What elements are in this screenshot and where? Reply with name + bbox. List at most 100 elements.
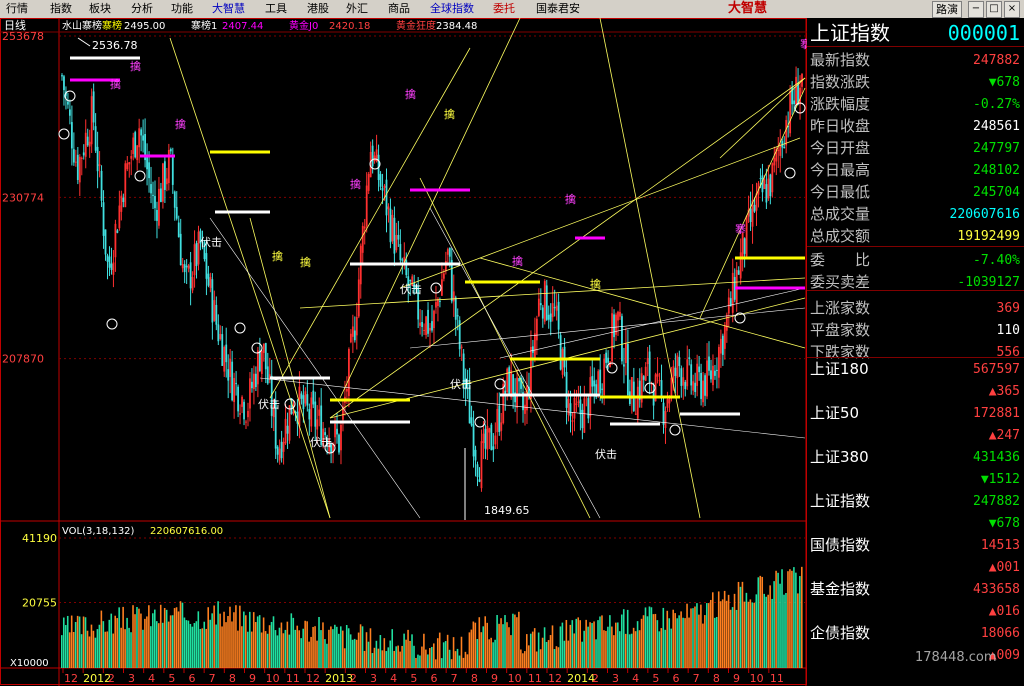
volume-bar [662, 607, 665, 668]
candle-body [393, 217, 396, 254]
maximize-button[interactable]: □ [986, 1, 1002, 18]
volume-bar [239, 605, 241, 668]
menu-item-3[interactable]: 分析 [131, 2, 153, 16]
sub-index-label[interactable]: 国债指数 [810, 536, 870, 554]
quote-value: 110 [996, 323, 1020, 338]
menu-item-0[interactable]: 行情 [6, 2, 28, 16]
volume-bar [278, 627, 281, 668]
sub-index-label[interactable]: 基金指数 [810, 580, 870, 598]
volume-bar [100, 610, 103, 668]
volume-bar [179, 601, 182, 668]
volume-bar [276, 635, 279, 668]
sub-index-label[interactable]: 上证50 [810, 404, 859, 422]
candle-body [367, 174, 370, 191]
menu-item-6[interactable]: 工具 [265, 2, 287, 16]
menu-item-10[interactable]: 全球指数 [430, 2, 474, 16]
candle-body [61, 75, 63, 77]
candle-body [670, 377, 673, 398]
quote-row: 昨日收盘 248561 [807, 115, 1024, 137]
menu-item-4[interactable]: 功能 [171, 2, 193, 16]
candle-body [666, 399, 669, 408]
volume-bar [312, 626, 314, 668]
volume-bar [751, 602, 754, 668]
volume-bar [223, 611, 225, 668]
candle-body [581, 409, 584, 429]
candle-body [719, 338, 722, 354]
volume-bar [575, 618, 578, 668]
volume-bar [761, 576, 764, 668]
menu-item-1[interactable]: 指数 [50, 2, 72, 16]
sub-index-label[interactable]: 企债指数 [810, 624, 870, 642]
volume-bar [336, 626, 338, 668]
candle-body [460, 346, 463, 348]
candle-body [735, 269, 738, 303]
volume-bar [520, 649, 522, 668]
volume-bar [482, 626, 485, 668]
roadshow-button[interactable]: 路演 [932, 1, 962, 18]
volume-bar [310, 636, 312, 668]
menu-item-8[interactable]: 外汇 [346, 2, 368, 16]
sub-index-label[interactable]: 上证380 [810, 448, 869, 466]
sub-index-label[interactable]: 上证指数 [810, 492, 870, 510]
candle-body [593, 380, 596, 387]
candle-body [233, 378, 236, 403]
menu-item-7[interactable]: 港股 [307, 2, 329, 16]
candle-body [163, 161, 166, 190]
volume-bar [678, 615, 680, 668]
candle-body [140, 129, 143, 136]
candle-body [92, 91, 95, 123]
candle-body [718, 347, 720, 378]
candle-body [721, 335, 724, 355]
sub-index-value: 14513 [980, 538, 1020, 553]
volume-bar [452, 637, 455, 668]
x-tick-label: 7 [209, 672, 216, 685]
volume-bar [320, 630, 322, 668]
menu-item-11[interactable]: 委托 [493, 2, 515, 16]
volume-bar [195, 621, 198, 668]
volume-bar [80, 634, 83, 668]
menu-item-12[interactable]: 国泰君安 [536, 2, 580, 16]
volume-bar [373, 647, 376, 668]
x-tick-label: 7 [693, 672, 700, 685]
ma-legend-item: 2407.44 [222, 21, 263, 32]
close-button[interactable]: × [1004, 1, 1020, 18]
menu-item-2[interactable]: 板块 [89, 2, 111, 16]
candle-body [243, 401, 245, 420]
volume-bar [142, 629, 144, 668]
candle-body [324, 432, 327, 436]
menu-item-9[interactable]: 商品 [388, 2, 410, 16]
volume-bar [488, 639, 490, 668]
sub-index-label[interactable]: 上证180 [810, 360, 869, 378]
volume-bar [264, 631, 267, 668]
trendline [719, 77, 806, 159]
candle-body [573, 397, 576, 419]
volume-bar [700, 604, 702, 668]
candle-body [312, 390, 315, 405]
volume-bar [557, 647, 560, 668]
quote-label: 委买卖差 [810, 273, 871, 291]
volume-bar [522, 653, 524, 668]
volume-bar [589, 622, 591, 668]
candle-body [70, 122, 73, 149]
menu-item-5[interactable]: 大智慧 [212, 2, 245, 16]
volume-bar [161, 622, 164, 668]
volume-bar [314, 626, 316, 668]
volume-bar [187, 620, 190, 668]
volume-bar [355, 639, 358, 668]
volume-bar [448, 649, 451, 668]
signal-glyph: 伏击 [200, 235, 222, 249]
candle-body [383, 185, 386, 188]
trendline [699, 87, 806, 319]
volume-bar [650, 607, 653, 668]
volume-bar [68, 632, 71, 668]
minimize-button[interactable]: − [968, 1, 984, 18]
volume-bar [753, 602, 756, 668]
candle-body [621, 316, 623, 362]
volume-bar [743, 601, 746, 668]
volume-bar [104, 631, 107, 668]
volume-bar [727, 594, 730, 668]
volume-bar [361, 626, 364, 668]
quote-value: -1039127 [957, 275, 1020, 290]
x-tick-label: 8 [229, 672, 236, 685]
volume-bar [351, 639, 354, 668]
